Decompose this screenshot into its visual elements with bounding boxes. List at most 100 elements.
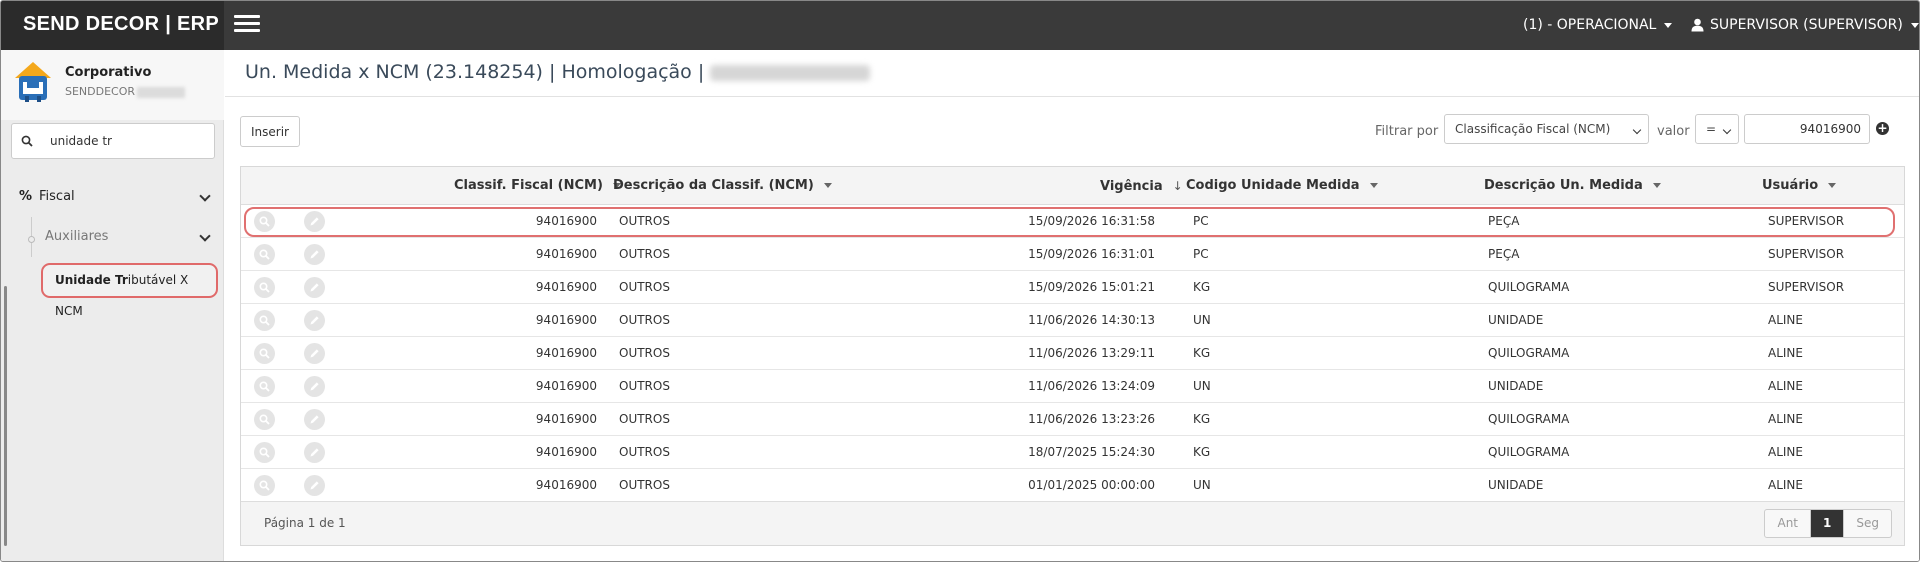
cell-ncm: 94016900 [535,280,597,294]
page-title-text: Un. Medida x NCM (23.148254) | Homologaç… [245,61,705,83]
table-row[interactable]: 94016900 OUTROS 11/06/2026 13:24:09 UN UNIDA… [241,370,1904,403]
pencil-icon [310,481,319,490]
insert-button[interactable]: Inserir [240,116,300,147]
cell-descricao-unidade: QUILOGRAMA [1488,445,1570,459]
page-1-button[interactable]: 1 [1811,510,1844,537]
add-filter-icon[interactable]: + [1876,122,1889,135]
cell-ncm: 94016900 [535,346,597,360]
search-icon [259,348,270,359]
data-grid: Classif. Fiscal (NCM) Descrição da Class… [240,166,1905,546]
table-row[interactable]: 94016900 OUTROS 11/06/2026 13:23:26 KG QUILO… [241,403,1904,436]
company-name: Corporativo [65,65,152,80]
menu-search-input[interactable] [50,132,205,150]
hamburger-menu-icon[interactable] [234,15,260,35]
cell-vigencia: 11/06/2026 14:30:13 [1028,313,1155,327]
cell-descricao-unidade: UNIDADE [1488,379,1544,393]
edit-record-button[interactable] [304,409,325,430]
menu-search[interactable] [11,123,215,159]
cell-vigencia: 11/06/2026 13:24:09 [1028,379,1155,393]
context-menu[interactable]: (1) - OPERACIONAL [1523,1,1673,50]
cell-vigencia: 15/09/2026 15:01:21 [1028,280,1155,294]
search-icon [259,414,270,425]
grid-header: Classif. Fiscal (NCM) Descrição da Class… [241,167,1904,205]
next-page-button[interactable]: Seg [1843,510,1891,537]
column-header-descricao-unidade[interactable]: Descrição Un. Medida [1484,167,1661,205]
filter-value-input[interactable] [1744,114,1870,144]
column-header-ncm[interactable]: Classif. Fiscal (NCM) [454,167,621,205]
sidebar-item-fiscal[interactable]: % Fiscal [1,177,223,217]
column-header-vigencia[interactable]: Vigência ↓ [1100,167,1183,205]
pencil-icon [310,250,319,259]
column-header-label: Descrição da Classif. (NCM) [613,178,814,193]
edit-record-button[interactable] [304,310,325,331]
table-row[interactable]: 94016900 OUTROS 15/09/2026 16:31:01 PC PEÇA S… [241,238,1904,271]
view-record-button[interactable] [254,376,275,397]
value-label: valor [1657,124,1690,139]
brand-logo[interactable]: SEND DECOR | ERP [1,1,224,50]
cell-descricao: OUTROS [619,313,670,327]
user-menu-label: SUPERVISOR (SUPERVISOR) [1710,17,1903,33]
app-window: { "header": { "brand": "SEND DECOR | ERP… [0,0,1920,562]
sidebar-item-auxiliares[interactable]: Auxiliares [1,217,223,257]
company-code: SENDDECOR [65,85,186,98]
cell-codigo-unidade: UN [1193,478,1211,492]
cell-descricao-unidade: UNIDADE [1488,313,1544,327]
caret-down-icon [1910,22,1919,28]
search-icon [259,216,270,227]
company-code-text: SENDDECOR [65,85,136,98]
cell-descricao-unidade: PEÇA [1488,247,1520,261]
view-record-button[interactable] [254,310,275,331]
column-header-descricao[interactable]: Descrição da Classif. (NCM) [613,167,832,205]
operator-select[interactable]: = [1695,114,1739,144]
cell-usuario: ALINE [1768,412,1803,426]
cell-descricao: OUTROS [619,214,670,228]
pagination: Ant 1 Seg [1764,509,1892,538]
view-record-button[interactable] [254,343,275,364]
sort-desc-icon: ↓ [1172,179,1183,193]
view-record-button[interactable] [254,409,275,430]
cell-descricao: OUTROS [619,478,670,492]
table-row[interactable]: 94016900 OUTROS 18/07/2025 15:24:30 KG QUILO… [241,436,1904,469]
search-icon [259,249,270,260]
user-icon [1691,18,1704,32]
sidebar-scrollbar[interactable] [4,286,7,546]
cell-usuario: ALINE [1768,379,1803,393]
edit-record-button[interactable] [304,244,325,265]
cell-descricao: OUTROS [619,247,670,261]
prev-page-button[interactable]: Ant [1765,510,1812,537]
table-row[interactable]: 94016900 OUTROS 15/09/2026 15:01:21 KG QUILO… [241,271,1904,304]
edit-record-button[interactable] [304,442,325,463]
table-row[interactable]: 94016900 OUTROS 01/01/2025 00:00:00 UN UNIDA… [241,469,1904,502]
edit-record-button[interactable] [304,475,325,496]
table-row[interactable]: 94016900 OUTROS 15/09/2026 16:31:58 PC PEÇA S… [241,205,1904,238]
pencil-icon [310,415,319,424]
table-row[interactable]: 94016900 OUTROS 11/06/2026 14:30:13 UN UNIDA… [241,304,1904,337]
view-record-button[interactable] [254,475,275,496]
cell-ncm: 94016900 [535,379,597,393]
filter-field-select[interactable]: Classificação Fiscal (NCM) [1444,114,1649,144]
search-icon [259,315,270,326]
cell-vigencia: 15/09/2026 16:31:58 [1028,214,1155,228]
column-header-codigo-unidade[interactable]: Codigo Unidade Medida [1186,167,1378,205]
cell-vigencia: 01/01/2025 00:00:00 [1028,478,1155,492]
view-record-button[interactable] [254,442,275,463]
edit-record-button[interactable] [304,343,325,364]
column-header-label: Codigo Unidade Medida [1186,178,1360,193]
redacted-text [137,86,186,98]
column-header-usuario[interactable]: Usuário [1762,167,1837,205]
cell-ncm: 94016900 [535,313,597,327]
view-record-button[interactable] [254,244,275,265]
user-menu[interactable]: SUPERVISOR (SUPERVISOR) [1691,1,1919,50]
view-record-button[interactable] [254,277,275,298]
edit-record-button[interactable] [304,376,325,397]
chevron-down-icon [199,230,211,242]
search-icon [259,282,270,293]
edit-record-button[interactable] [304,211,325,232]
cell-vigencia: 18/07/2025 15:24:30 [1028,445,1155,459]
cell-ncm: 94016900 [535,478,597,492]
table-row[interactable]: 94016900 OUTROS 11/06/2026 13:29:11 KG QUILO… [241,337,1904,370]
edit-record-button[interactable] [304,277,325,298]
sidebar-item-unidade-tributavel-ncm[interactable]: Unidade Tributável X NCM [41,263,218,318]
sidebar-item-fiscal-label: Fiscal [39,189,75,204]
view-record-button[interactable] [254,211,275,232]
